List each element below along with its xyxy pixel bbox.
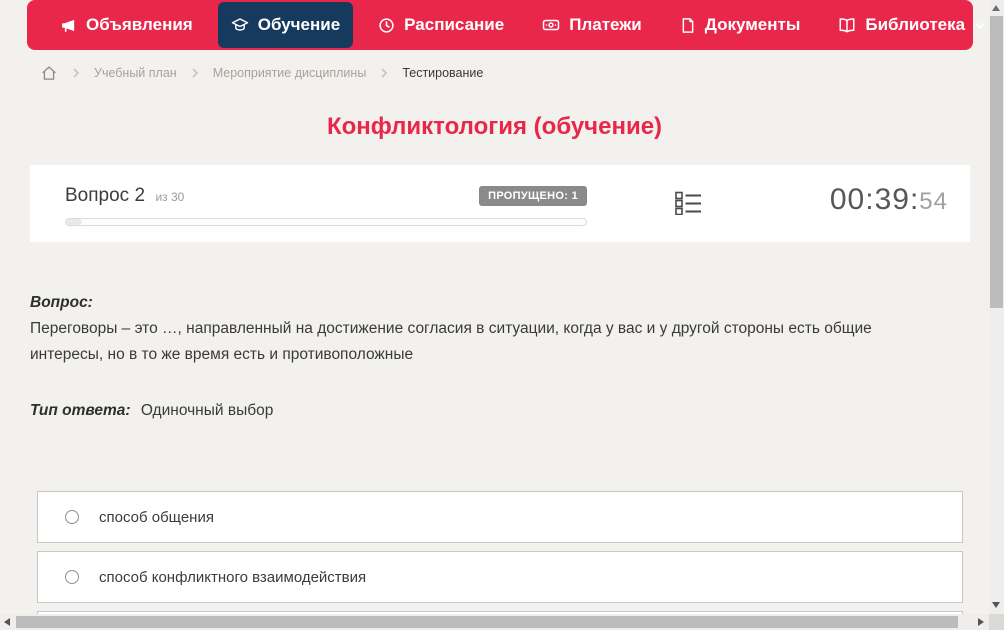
chevron-right-icon xyxy=(71,67,81,79)
timer-main: 00:39: xyxy=(829,183,920,216)
progress-bar xyxy=(65,218,587,226)
radio-button[interactable] xyxy=(65,510,79,524)
breadcrumb-item-testing: Тестирование xyxy=(402,66,484,80)
question-number-label: Вопрос 2 xyxy=(65,185,146,206)
answer-option[interactable]: способ общения xyxy=(37,491,963,543)
answer-option[interactable]: способ конфликтного взаимодействия xyxy=(37,551,963,603)
breadcrumb-item-curriculum[interactable]: Учебный план xyxy=(94,66,177,80)
page: Объявления Обучение Расписание Платежи Д… xyxy=(0,0,1004,630)
nav-item-label: Расписание xyxy=(404,15,505,34)
nav-item-announcements[interactable]: Объявления xyxy=(47,2,206,48)
scroll-down-arrow-icon[interactable] xyxy=(992,602,1000,608)
nav-item-label: Библиотека xyxy=(865,15,966,34)
breadcrumb-item-discipline-event[interactable]: Мероприятие дисциплины xyxy=(213,66,367,80)
answer-options: способ общения способ конфликтного взаим… xyxy=(37,491,963,630)
answer-type-label: Тип ответа: xyxy=(30,402,131,419)
document-icon xyxy=(680,17,696,34)
cash-icon xyxy=(542,16,560,34)
nav-item-label: Обучение xyxy=(257,15,341,34)
horizontal-scrollbar[interactable] xyxy=(0,614,989,630)
nav-item-library[interactable]: Библиотека xyxy=(825,2,1000,48)
graduation-cap-icon xyxy=(231,16,249,34)
progress-bar-fill xyxy=(66,219,82,225)
vertical-scrollbar-thumb[interactable] xyxy=(990,16,1003,308)
nav-item-schedule[interactable]: Расписание xyxy=(365,2,517,48)
answer-option-label: способ конфликтного взаимодействия xyxy=(99,568,367,586)
scrollbar-corner xyxy=(989,614,1004,630)
nav-item-label: Платежи xyxy=(569,15,642,34)
nav-item-learning[interactable]: Обучение xyxy=(217,2,354,48)
answer-type-row: Тип ответа: Одиночный выбор xyxy=(30,402,273,420)
scroll-left-arrow-icon[interactable] xyxy=(4,617,10,626)
question-total-label: из 30 xyxy=(155,190,185,204)
nav-item-label: Объявления xyxy=(86,15,193,34)
nav-item-documents[interactable]: Документы xyxy=(667,2,814,48)
radio-button[interactable] xyxy=(65,570,79,584)
question-number: Вопрос 2 из 30 xyxy=(65,185,184,207)
breadcrumb: Учебный план Мероприятие дисциплины Тест… xyxy=(40,61,483,85)
page-title: Конфликтология (обучение) xyxy=(326,113,663,140)
nav-item-label: Документы xyxy=(704,15,801,34)
scroll-up-arrow-icon[interactable] xyxy=(992,5,1000,11)
main-navbar: Объявления Обучение Расписание Платежи Д… xyxy=(27,0,986,50)
question-heading: Вопрос: xyxy=(30,294,93,311)
open-book-icon xyxy=(838,16,856,34)
question-list-icon[interactable] xyxy=(675,191,702,220)
answer-option-label: способ общения xyxy=(99,508,214,526)
horizontal-scrollbar-thumb[interactable] xyxy=(16,616,958,628)
home-icon[interactable] xyxy=(40,65,58,82)
clock-icon xyxy=(378,17,395,34)
megaphone-icon xyxy=(60,17,77,34)
question-text: Переговоры – это …, направленный на дост… xyxy=(30,320,872,363)
chevron-down-icon xyxy=(974,19,987,32)
chevron-right-icon xyxy=(190,67,200,79)
question-body: Вопрос: Переговоры – это …, направленный… xyxy=(30,290,925,368)
answer-type-value: Одиночный выбор xyxy=(140,402,274,419)
question-progress-block: Вопрос 2 из 30 ПРОПУЩЕНО: 1 xyxy=(65,185,587,226)
timer-seconds: 54 xyxy=(919,188,948,215)
chevron-right-icon xyxy=(379,67,389,79)
scroll-right-arrow-icon[interactable] xyxy=(978,617,984,626)
skipped-badge: ПРОПУЩЕНО: 1 xyxy=(479,186,587,206)
question-header-panel: Вопрос 2 из 30 ПРОПУЩЕНО: 1 00:39:54 xyxy=(30,165,970,242)
nav-item-payments[interactable]: Платежи xyxy=(529,2,655,48)
vertical-scrollbar[interactable] xyxy=(989,0,1004,614)
countdown-timer: 00:39:54 xyxy=(830,183,948,217)
